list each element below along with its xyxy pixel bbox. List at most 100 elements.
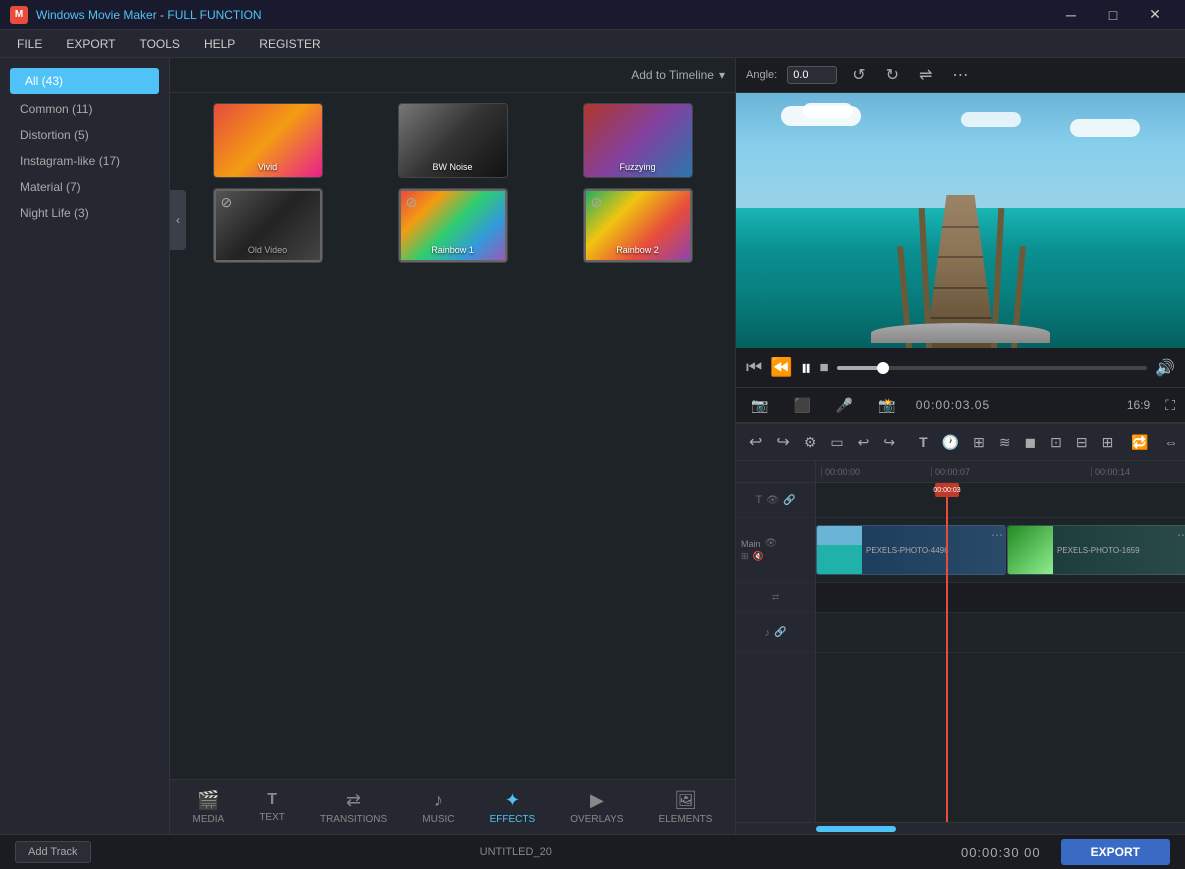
snapshot-tool-button[interactable]: 📸 [873,395,900,416]
playback-controls: ⏮ ⏪ ⏸ ⏹ 🔊 [736,348,1185,388]
left-panel: All (43) Common (11) Distortion (5) Inst… [0,58,170,834]
angle-input[interactable] [787,66,837,84]
sidebar-item-all[interactable]: All (43) [10,68,159,94]
aspect-ratio: 16:9 [1127,398,1150,412]
loop-button[interactable]: 🔁 [1126,431,1153,454]
clip-pexels-1659[interactable]: PEXELS-PHOTO-1659 ⋯ [1007,525,1185,575]
timeline-body: T 👁 🔗 Main 👁 ⊞ 🔇 [736,483,1185,822]
effect-rainbow2[interactable]: ⊘ Rainbow 2 [550,188,725,263]
motion-button[interactable]: ≋ [994,431,1016,454]
maximize-button[interactable]: □ [1093,0,1133,30]
settings-button[interactable]: ⚙ [799,431,822,454]
text-track-link[interactable]: 🔗 [783,495,795,506]
full-timeline: ↩ ↪ ⚙ ▭ ↩ ↪ T 🕐 ⊞ ≋ ◼ ⊡ ⊟ ⊞ 🔁 ⇔ ⊢ [736,423,1185,834]
sidebar-item-material[interactable]: Material (7) [5,174,164,200]
main-track-expand[interactable]: ⊞ [741,551,749,562]
audio-icon: ♪ [765,627,771,639]
tab-media[interactable]: 🎬 MEDIA [185,785,233,830]
crop-button[interactable]: ⊡ [1045,431,1067,454]
split-button[interactable]: ⊞ [968,431,990,454]
tab-elements[interactable]: 🖼 ELEMENTS [651,785,721,830]
media-icon: 🎬 [197,790,219,811]
tab-effects[interactable]: ✦ EFFECTS [482,785,544,830]
tools-row: 📷 ⬛ 🎤 📸 00:00:03.05 16:9 ⛶ [736,388,1185,423]
sidebar-item-common[interactable]: Common (11) [5,96,164,122]
mic-tool-button[interactable]: 🎤 [831,395,858,416]
skip-back-button[interactable]: ⏮ [746,357,762,378]
record-tool-button[interactable]: ⬛ [788,395,815,416]
main-track-mute[interactable]: 🔇 [753,551,764,562]
clip-more-2[interactable]: ⋯ [1177,528,1185,542]
stop-button[interactable]: ⏹ [820,357,829,378]
volume-icon[interactable]: 🔊 [1155,358,1175,378]
overlays-icon: ▶ [590,790,604,811]
minimize-button[interactable]: ─ [1051,0,1091,30]
menu-help[interactable]: HELP [192,33,247,55]
audio-track-content [816,613,1185,653]
text-track-eye[interactable]: 👁 [766,495,779,506]
mask-button[interactable]: ◼ [1020,431,1042,454]
pan-button[interactable]: ⊟ [1071,431,1093,454]
progress-bar[interactable] [837,366,1147,370]
scroll-thumb[interactable] [816,826,896,832]
effect-oldvideo[interactable]: ⊘ Old Video [180,188,355,263]
clip-pexels-4496[interactable]: PEXELS-PHOTO-4496 ⋯ [816,525,1006,575]
effects-header: Add to Timeline ▾ [170,58,735,93]
effect-thumb-rainbow2: ⊘ Rainbow 2 [583,188,693,263]
undo-button[interactable]: ↩ [744,429,767,455]
more-button[interactable]: ⋯ [947,63,973,87]
rotate-left-button[interactable]: ↺ [847,63,870,87]
timeline-toolbar: ↩ ↪ ⚙ ▭ ↩ ↪ T 🕐 ⊞ ≋ ◼ ⊡ ⊟ ⊞ 🔁 ⇔ ⊢ [736,423,1185,461]
menu-file[interactable]: FILE [5,33,54,55]
menu-register[interactable]: REGISTER [247,33,332,55]
menu-tools[interactable]: TOOLS [127,33,191,55]
step-back-button[interactable]: ⏪ [770,357,792,378]
select-button[interactable]: ▭ [825,431,848,454]
text-tool-button[interactable]: T [914,431,933,453]
horizontal-scrollbar[interactable] [736,822,1185,834]
sidebar-item-nightlife[interactable]: Night Life (3) [5,200,164,226]
effect-vivid[interactable]: Vivid [180,103,355,178]
project-name: UNTITLED_20 [91,846,941,858]
text-track-icon[interactable]: T [756,494,763,506]
effect-thumb-oldvideo: ⊘ Old Video [213,188,323,263]
effect-rainbow1[interactable]: ⊘ Rainbow 1 [365,188,540,263]
time-button[interactable]: 🕐 [937,431,964,454]
ripple-button[interactable]: ↩ [853,431,875,454]
preview-header: Angle: ↺ ↻ ⇌ ⋯ [736,58,1185,93]
ripple2-button[interactable]: ↪ [878,431,900,454]
close-button[interactable]: ✕ [1135,0,1175,30]
collapse-panel-button[interactable]: ‹ [170,190,186,250]
sidebar-item-instagram[interactable]: Instagram-like (17) [5,148,164,174]
camera-tool-button[interactable]: 📷 [746,395,773,416]
redo-button[interactable]: ↪ [771,429,794,455]
ruler-spacer [736,461,816,482]
bottom-bar: Add Track UNTITLED_20 00:00:30 00 EXPORT [0,834,1185,869]
tab-transitions[interactable]: ⇄ TRANSITIONS [312,785,395,830]
tab-music[interactable]: ♪ MUSIC [414,785,462,830]
link-button[interactable]: ⇔ [1159,431,1183,453]
effect-bwnoise[interactable]: BW Noise [365,103,540,178]
zoom-button[interactable]: ⊞ [1097,431,1119,454]
tab-overlays[interactable]: ▶ OVERLAYS [562,785,631,830]
flip-button[interactable]: ⇌ [914,63,937,87]
effect-fuzzying[interactable]: Fuzzying [550,103,725,178]
main-track-label: Main 👁 ⊞ 🔇 [736,518,815,583]
sidebar-item-distortion[interactable]: Distortion (5) [5,122,164,148]
export-button[interactable]: EXPORT [1061,839,1170,865]
rotate-right-button[interactable]: ↻ [881,63,904,87]
right-panel: Angle: ↺ ↻ ⇌ ⋯ [735,58,1185,834]
menu-export[interactable]: EXPORT [54,33,127,55]
main-track-content: PEXELS-PHOTO-4496 ⋯ PEXELS-PHOTO-1659 ⋯ [816,518,1185,583]
add-to-timeline-btn[interactable]: Add to Timeline ▾ [631,68,725,82]
effect-thumb-vivid: Vivid [213,103,323,178]
main-track-eye[interactable]: 👁 [765,538,778,549]
play-button[interactable]: ⏸ [801,355,812,381]
angle-label: Angle: [746,69,777,81]
clip-more-1[interactable]: ⋯ [991,528,1003,542]
fullscreen-button[interactable]: ⛶ [1165,397,1175,414]
add-track-button[interactable]: Add Track [15,841,91,863]
clip-label-2: PEXELS-PHOTO-1659 [1053,544,1144,557]
tab-text[interactable]: T TEXT [251,786,293,828]
audio-track-link[interactable]: 🔗 [774,627,786,638]
